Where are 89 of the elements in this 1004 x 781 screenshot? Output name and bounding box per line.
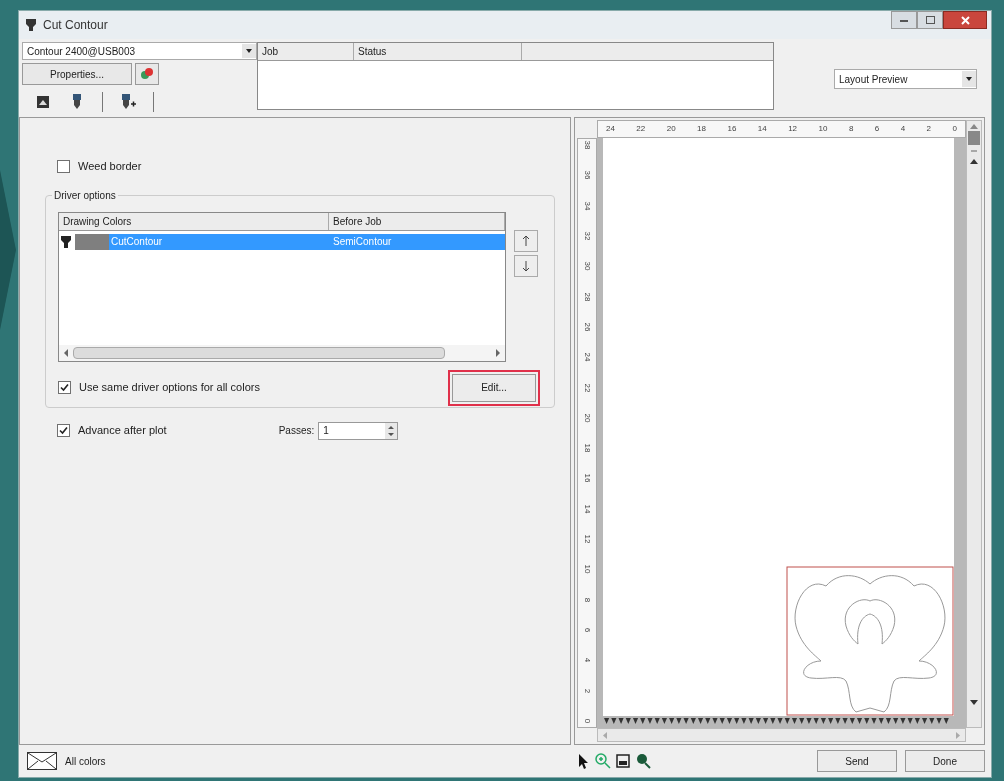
left-arrow-icon [602, 731, 607, 739]
ruler-label: 14 [583, 504, 591, 514]
ruler-label: 16 [583, 474, 591, 483]
ruler-label: 22 [636, 125, 646, 133]
ruler-label: 18 [583, 443, 591, 453]
ruler-label: 14 [757, 125, 767, 133]
plotter-add-icon[interactable] [119, 93, 137, 111]
checkbox-label: Use same driver options for all colors [79, 380, 260, 396]
spinner-arrows-icon [385, 422, 398, 439]
printer-select[interactable]: Contour 2400@USB003 [22, 42, 257, 60]
ruler-label: 20 [666, 125, 676, 133]
column-header[interactable]: Before Job [329, 212, 505, 230]
passes-value: 1 [322, 424, 330, 438]
scroll-thumb[interactable] [73, 346, 445, 359]
ruler-label: 6 [583, 627, 591, 633]
column-header[interactable]: Drawing Colors [59, 212, 329, 230]
envelope-icon [27, 752, 57, 770]
ruler-label: 24 [583, 352, 591, 362]
properties-button[interactable]: Properties... [22, 63, 132, 85]
color-button[interactable] [135, 63, 159, 85]
column-header[interactable]: Status [354, 43, 522, 60]
maximize-button[interactable] [917, 11, 943, 29]
ruler-label: 18 [697, 125, 706, 133]
zoom-icon[interactable] [634, 752, 652, 770]
edit-button[interactable]: Edit... [452, 373, 536, 402]
status-text: All colors [65, 754, 106, 769]
ruler-label: 34 [583, 201, 591, 211]
ruler-label: 16 [727, 125, 737, 133]
checkbox-label: Advance after plot [78, 423, 167, 439]
ruler-label: 36 [583, 170, 591, 180]
right-arrow-icon [956, 731, 961, 739]
view-name: Layout Preview [838, 72, 909, 87]
checkbox[interactable] [57, 424, 70, 437]
image-icon[interactable] [34, 93, 52, 111]
ruler-label: 10 [583, 564, 591, 574]
scroll-thumb[interactable] [968, 131, 980, 145]
up-arrow-icon [522, 234, 530, 247]
window-title: Cut Contour [43, 17, 108, 34]
minimize-icon [900, 18, 908, 22]
ruler-label: 22 [583, 383, 591, 392]
check-icon [59, 426, 68, 435]
page-icon[interactable] [614, 752, 632, 770]
maximize-icon [925, 16, 935, 24]
printer-name: Contour 2400@USB003 [26, 44, 136, 59]
ruler-label: 2 [926, 125, 932, 133]
ruler-label: 6 [874, 125, 880, 133]
ruler-label: 4 [583, 658, 591, 663]
right-arrow-icon [495, 348, 501, 357]
ruler-label: 4 [900, 125, 906, 133]
ruler-label: 38 [583, 140, 591, 150]
check-icon [60, 383, 69, 392]
ruler-label: 0 [952, 125, 957, 133]
ruler-label: 26 [583, 322, 591, 332]
down-arrow-icon [970, 699, 978, 707]
close-icon [960, 15, 970, 25]
before-job-value: SemiContour [332, 235, 392, 249]
checkbox-label: Weed border [78, 159, 142, 174]
ruler-label: 0 [583, 718, 591, 724]
up-arrow-icon [970, 123, 978, 129]
column-header[interactable]: Job [258, 43, 354, 60]
left-arrow-icon [63, 348, 69, 357]
ruler-label: 20 [583, 413, 591, 423]
collapse-icon [970, 147, 978, 155]
passes-spinner[interactable]: 1 [318, 421, 399, 440]
dialog-button[interactable]: Done [905, 750, 985, 772]
ruler-label: 12 [788, 125, 798, 133]
horizontal-scrollbar[interactable] [59, 344, 505, 361]
ruler-label: 2 [583, 688, 591, 693]
ruler-label: 10 [818, 125, 828, 133]
ruler-label: 8 [583, 597, 591, 602]
up-arrow-icon [970, 157, 978, 165]
minimize-button[interactable] [891, 11, 917, 29]
close-button[interactable] [943, 11, 987, 29]
color-name: CutContour [110, 235, 164, 249]
ruler-label: 28 [583, 292, 591, 301]
horizontal-scrollbar[interactable] [597, 728, 966, 742]
ruler-label: 30 [583, 261, 591, 271]
ruler-label: 24 [606, 125, 615, 133]
checkbox[interactable] [57, 159, 70, 173]
ruler-label: 32 [583, 231, 591, 241]
dialog-button[interactable]: Send [817, 750, 897, 772]
ruler-label: 8 [848, 125, 854, 133]
ruler-label: 12 [583, 534, 591, 544]
down-arrow-icon [522, 259, 530, 272]
color-balls-icon [140, 67, 154, 81]
vertical-scrollbar[interactable] [966, 120, 982, 728]
view-select[interactable]: Layout Preview [834, 69, 977, 89]
checkbox[interactable] [58, 381, 71, 394]
passes-label: Passes: [278, 424, 315, 438]
